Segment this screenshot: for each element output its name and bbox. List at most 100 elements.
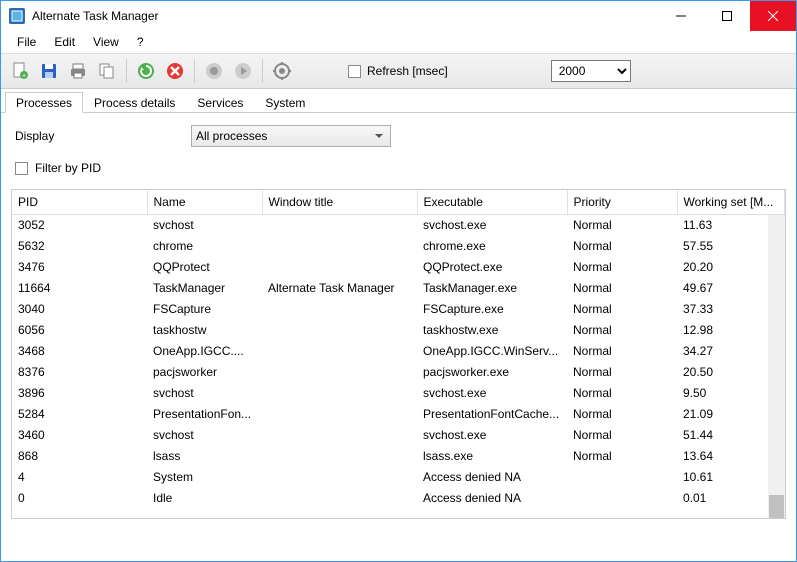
copy-icon[interactable] (94, 58, 120, 84)
cell-pid: 3460 (12, 424, 147, 445)
menu-file[interactable]: File (9, 33, 44, 51)
table-row[interactable]: 8376pacjsworkerpacjsworker.exeNormal20.5… (12, 361, 785, 382)
process-table-container: PID Name Window title Executable Priorit… (11, 189, 786, 519)
cell-exe: svchost.exe (417, 214, 567, 235)
play-icon[interactable] (230, 58, 256, 84)
cell-pri (567, 466, 677, 487)
cell-exe: QQProtect.exe (417, 256, 567, 277)
table-row[interactable]: 3476QQProtectQQProtect.exeNormal20.20 (12, 256, 785, 277)
menubar: File Edit View ? (1, 31, 796, 53)
cell-name: svchost (147, 214, 262, 235)
cell-name: svchost (147, 382, 262, 403)
cell-wt (262, 487, 417, 508)
cell-pri: Normal (567, 319, 677, 340)
menu-view[interactable]: View (85, 33, 127, 51)
cell-pid: 3052 (12, 214, 147, 235)
maximize-button[interactable] (704, 1, 750, 31)
table-row[interactable]: 4SystemAccess denied NA10.61 (12, 466, 785, 487)
menu-edit[interactable]: Edit (46, 33, 83, 51)
cell-wt (262, 466, 417, 487)
cell-name: System (147, 466, 262, 487)
cell-pid: 3476 (12, 256, 147, 277)
cell-pid: 5284 (12, 403, 147, 424)
cell-pid: 3468 (12, 340, 147, 361)
cell-wt (262, 382, 417, 403)
record-icon[interactable] (201, 58, 227, 84)
stop-icon[interactable] (162, 58, 188, 84)
menu-help[interactable]: ? (129, 33, 152, 51)
filter-pid-label: Filter by PID (35, 161, 101, 175)
refresh-interval-select[interactable]: 2000 (551, 60, 631, 82)
tab-content: Display All processes Filter by PID PID … (1, 113, 796, 525)
column-working-set[interactable]: Working set [M... (677, 190, 785, 214)
window-controls (658, 1, 796, 31)
scroll-thumb[interactable] (769, 495, 784, 519)
refresh-control: Refresh [msec] (348, 64, 448, 78)
cell-pri (567, 487, 677, 508)
column-executable[interactable]: Executable (417, 190, 567, 214)
table-row[interactable]: 3052svchostsvchost.exeNormal11.63 (12, 214, 785, 235)
tab-bar: Processes Process details Services Syste… (1, 89, 796, 113)
cell-wt (262, 340, 417, 361)
table-row[interactable]: 5632chromechrome.exeNormal57.55 (12, 235, 785, 256)
cell-name: FSCapture (147, 298, 262, 319)
cell-pri: Normal (567, 235, 677, 256)
minimize-button[interactable] (658, 1, 704, 31)
cell-wt (262, 445, 417, 466)
table-row[interactable]: 0IdleAccess denied NA0.01 (12, 487, 785, 508)
cell-exe: pacjsworker.exe (417, 361, 567, 382)
table-row[interactable]: 3040FSCaptureFSCapture.exeNormal37.33 (12, 298, 785, 319)
tab-process-details[interactable]: Process details (83, 92, 186, 113)
cell-exe: svchost.exe (417, 382, 567, 403)
display-select[interactable]: All processes (191, 125, 391, 147)
cell-name: pacjsworker (147, 361, 262, 382)
refresh-checkbox[interactable] (348, 65, 361, 78)
cell-pid: 6056 (12, 319, 147, 340)
cell-exe: Access denied NA (417, 466, 567, 487)
table-row[interactable]: 3468OneApp.IGCC....OneApp.IGCC.WinServ..… (12, 340, 785, 361)
display-label: Display (11, 129, 181, 143)
column-name[interactable]: Name (147, 190, 262, 214)
cell-name: PresentationFon... (147, 403, 262, 424)
column-window-title[interactable]: Window title (262, 190, 417, 214)
cell-wt (262, 214, 417, 235)
cell-pri: Normal (567, 298, 677, 319)
table-row[interactable]: 5284PresentationFon...PresentationFontCa… (12, 403, 785, 424)
cell-exe: taskhostw.exe (417, 319, 567, 340)
print-icon[interactable] (65, 58, 91, 84)
cell-pri: Normal (567, 445, 677, 466)
cell-exe: lsass.exe (417, 445, 567, 466)
tab-system[interactable]: System (254, 92, 316, 113)
close-button[interactable] (750, 1, 796, 31)
table-row[interactable]: 11664TaskManagerAlternate Task ManagerTa… (12, 277, 785, 298)
table-row[interactable]: 868lsasslsass.exeNormal13.64 (12, 445, 785, 466)
filter-pid-checkbox[interactable] (15, 162, 28, 175)
table-row[interactable]: 3896svchostsvchost.exeNormal9.50 (12, 382, 785, 403)
cell-wt (262, 235, 417, 256)
cell-pri: Normal (567, 424, 677, 445)
cell-wt (262, 361, 417, 382)
app-icon (9, 8, 25, 24)
toolbar-separator (194, 59, 195, 83)
display-filter-row: Display All processes (11, 125, 786, 147)
cell-pid: 868 (12, 445, 147, 466)
column-pid[interactable]: PID (12, 190, 147, 214)
refresh-icon[interactable] (133, 58, 159, 84)
save-icon[interactable] (36, 58, 62, 84)
tab-processes[interactable]: Processes (5, 92, 83, 113)
vertical-scrollbar[interactable] (768, 215, 785, 518)
svg-text:+: + (22, 73, 26, 80)
tab-services[interactable]: Services (186, 92, 254, 113)
cell-exe: Access denied NA (417, 487, 567, 508)
cell-pid: 5632 (12, 235, 147, 256)
titlebar: Alternate Task Manager (1, 1, 796, 31)
table-row[interactable]: 3460svchostsvchost.exeNormal51.44 (12, 424, 785, 445)
window-title: Alternate Task Manager (32, 9, 658, 23)
new-file-icon[interactable]: + (7, 58, 33, 84)
settings-icon[interactable] (269, 58, 295, 84)
cell-name: OneApp.IGCC.... (147, 340, 262, 361)
cell-wt (262, 256, 417, 277)
table-row[interactable]: 6056taskhostwtaskhostw.exeNormal12.98 (12, 319, 785, 340)
toolbar-separator (262, 59, 263, 83)
column-priority[interactable]: Priority (567, 190, 677, 214)
